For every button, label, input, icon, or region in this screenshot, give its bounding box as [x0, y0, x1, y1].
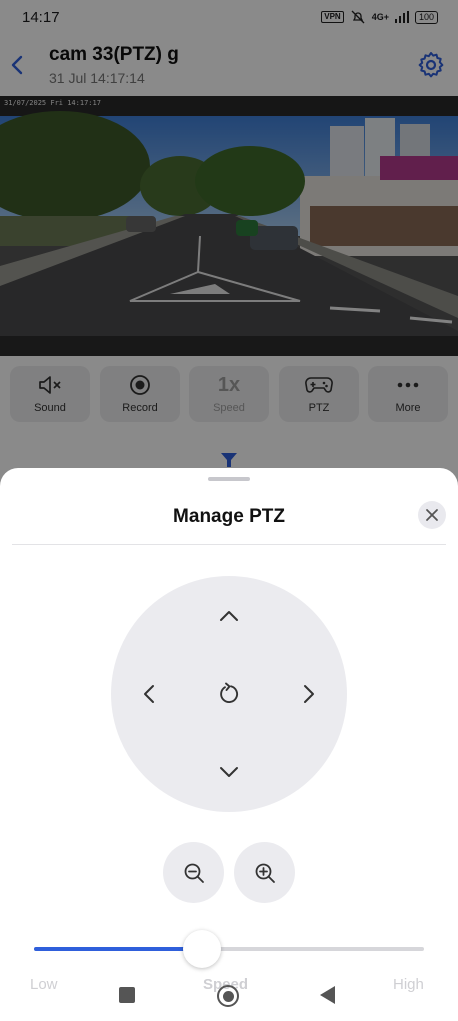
pan-left-button[interactable] [129, 674, 169, 714]
close-icon [426, 509, 438, 521]
chevron-left-icon [144, 685, 154, 703]
pan-up-button[interactable] [209, 596, 249, 636]
zoom-in-icon [255, 863, 275, 883]
system-back-button[interactable] [320, 986, 335, 1004]
pan-down-button[interactable] [209, 752, 249, 792]
chevron-up-icon [220, 611, 238, 621]
slider-thumb[interactable] [182, 930, 221, 968]
zoom-out-button[interactable] [163, 842, 224, 903]
pan-right-button[interactable] [289, 674, 329, 714]
manage-ptz-sheet: Manage PTZ Low Speed High [0, 468, 458, 1021]
close-button[interactable] [418, 501, 446, 529]
zoom-in-button[interactable] [234, 842, 295, 903]
ptz-direction-pad [111, 576, 347, 812]
chevron-right-icon [304, 685, 314, 703]
zoom-out-icon [184, 863, 204, 883]
slider-fill [34, 947, 202, 951]
sheet-divider [12, 544, 446, 545]
rotate-refresh-icon [220, 682, 238, 704]
sheet-drag-handle[interactable] [208, 477, 250, 481]
sheet-title: Manage PTZ [173, 506, 285, 527]
ptz-speed-slider[interactable] [34, 930, 424, 968]
recents-button[interactable] [119, 987, 135, 1003]
home-button[interactable] [217, 985, 239, 1007]
system-nav-bar [0, 976, 458, 1021]
reset-position-button[interactable] [209, 674, 249, 714]
chevron-down-icon [220, 767, 238, 777]
